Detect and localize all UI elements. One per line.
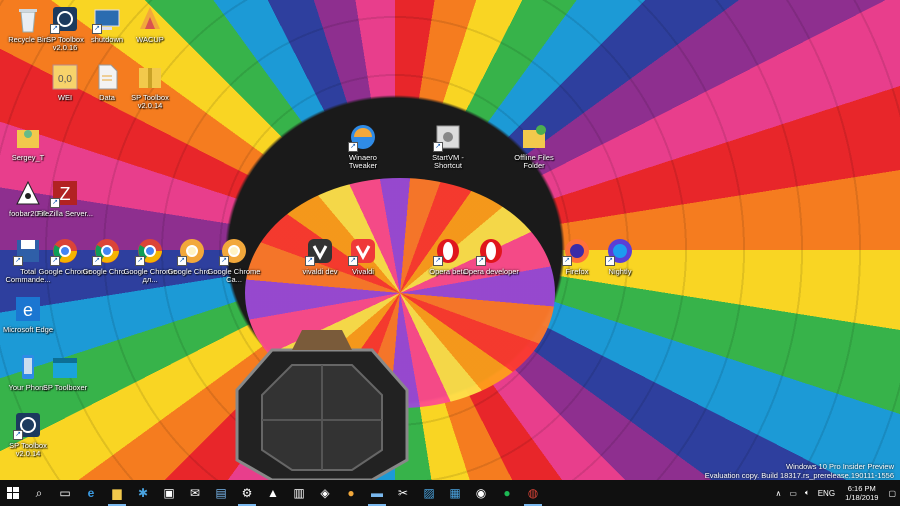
vivaldi-dev-icon: ↗ [305,236,335,266]
desktop-icon-sp-toolboxer[interactable]: SP Toolboxer [37,352,93,392]
snipping-icon: ✂ [397,486,409,500]
vivaldi-icon: ↗ [348,236,378,266]
start-button[interactable] [0,480,26,506]
taskbar-photos[interactable]: ▨ [416,480,442,506]
mail-icon: ✉ [189,486,201,500]
opera-beta-icon: ↗ [433,236,463,266]
save-icon: ▤ [215,486,227,500]
system-tray: ∧ ▭ 🔈︎ ENG 6:16 PM 1/18/2019 ▢ [771,480,900,506]
search-icon: ⌕ [35,485,43,500]
build-watermark: Windows 10 Pro Insider Preview Evaluatio… [705,462,894,480]
foobar-icon: ▲ [267,486,279,500]
sp-toolboxer-icon [50,352,80,382]
network-tray-icon[interactable]: ▭ [785,489,801,498]
desktop-icon-sp-toolbox-2014[interactable]: ↗ SP Toolbox v2.0.14 [0,410,56,458]
photos-icon: ▨ [423,486,435,500]
startvm-icon: ↗ [433,122,463,152]
taskbar-chrome[interactable]: ◍ [520,480,546,506]
chrome-beta-icon: ↗ [92,236,122,266]
windows-logo-icon [7,487,19,499]
desktop-icon-filezilla[interactable]: Z ↗ FileZilla Server... [37,178,93,218]
edge-icon: e [13,294,43,324]
taskbar-edge[interactable]: e [78,480,104,506]
taskbar-mail[interactable]: ✉ [182,480,208,506]
volume-icon[interactable]: 🔈︎ [801,488,814,498]
taskbar-store[interactable]: ▣ [156,480,182,506]
clock[interactable]: 6:16 PM 1/18/2019 [839,484,884,502]
chrome-canary-icon: ● [347,486,355,500]
winaero-icon: ↗ [348,122,378,152]
store-bag-icon: ▦ [449,486,461,500]
search-button[interactable]: ⌕ [26,480,52,506]
balloon-basket [235,330,409,480]
desktop-icon-nightly[interactable]: ↗ Nightly [592,236,648,276]
nightly-icon: ↗ [605,236,635,266]
chrome-dev-icon: ↗ [135,236,165,266]
svg-text:Z: Z [60,184,71,204]
desktop-icon-chrome-canary-2[interactable]: ↗ Google Chrome Ca... [206,236,262,284]
chrome-canary-icon: ↗ [219,236,249,266]
taskbar-chrome-canary[interactable]: ● [338,480,364,506]
desktop-icon-wacup[interactable]: WACUP [122,4,178,44]
svg-text:e: e [23,300,33,320]
taskbar-store-bag[interactable]: ▦ [442,480,468,506]
data-file-icon [92,62,122,92]
wei-icon: 0,0 [50,62,80,92]
chevron-up-icon[interactable]: ∧ [771,489,785,498]
desktop-icon-offline-files[interactable]: Offline Files Folder [506,122,562,170]
task-view-icon: ▭ [59,486,71,500]
defender-icon: ◈ [320,486,330,500]
watermark-line-2: Evaluation copy. Build 18317.rs_prerelea… [704,471,894,480]
desktop-icon-microsoft-edge[interactable]: e Microsoft Edge [0,294,56,334]
wacup-icon [135,4,165,34]
desktop-icon-startvm[interactable]: ↗ StartVM - Shortcut [420,122,476,170]
svg-text:0,0: 0,0 [58,74,72,85]
filezilla-icon: Z ↗ [50,178,80,208]
clock-time: 6:16 PM [847,484,876,493]
desktop-icon-sergey-t[interactable]: Sergey_T [0,122,56,162]
taskbar: ⌕ ▭ e ▆ ✱ ▣ ✉ ▤ ⚙ ▲ ▥ ◈ ● ▬ ✂ ▨ ▦ ◉ ● ◍ … [0,480,900,506]
sp-toolbox-icon: ↗ [50,4,80,34]
chrome-canary-icon: ↗ [177,236,207,266]
store-icon: ▣ [163,486,175,500]
file-explorer-icon: ▆ [112,486,122,500]
zip-folder-icon [135,62,165,92]
folder-icon: ▬ [371,486,383,500]
taskbar-foobar[interactable]: ▲ [260,480,286,506]
opera-dev-icon: ↗ [476,236,506,266]
chrome-icon: ◍ [527,486,539,500]
spotify-icon: ● [503,486,511,500]
sp-toolbox-icon: ✱ [137,486,149,500]
firefox-icon: ↗ [562,236,592,266]
desktop-wallpaper: Recycle Bin ↗ SP Toolbox v2.0.16 ↗ shutd… [0,0,900,480]
sp-toolbox-icon: ↗ [13,410,43,440]
clock-date: 1/18/2019 [845,493,879,502]
desktop-icon-vivaldi[interactable]: ↗ Vivaldi [335,236,391,276]
settings-icon: ⚙ [241,486,253,500]
language-indicator[interactable]: ENG [814,489,839,498]
taskbar-save[interactable]: ▤ [208,480,234,506]
shutdown-icon: ↗ [92,4,122,34]
taskbar-terminal[interactable]: ▥ [286,480,312,506]
task-view-button[interactable]: ▭ [52,480,78,506]
chrome-icon: ↗ [50,236,80,266]
desktop-icon-winaero-tweaker[interactable]: ↗ Winaero Tweaker [335,122,391,170]
edge-icon: e [87,486,95,500]
desktop-icon-opera-developer[interactable]: ↗ Opera developer [463,236,519,276]
taskbar-folder[interactable]: ▬ [364,480,390,506]
desktop-icon-sp-toolbox-2014-zip[interactable]: SP Toolbox v2.0.14 [122,62,178,110]
user-folder-icon [13,122,43,152]
taskbar-sp-toolbox[interactable]: ✱ [130,480,156,506]
taskbar-network[interactable]: ◉ [468,480,494,506]
taskbar-snipping[interactable]: ✂ [390,480,416,506]
network-icon: ◉ [475,486,487,500]
terminal-icon: ▥ [293,486,305,500]
taskbar-file-explorer[interactable]: ▆ [104,480,130,506]
taskbar-settings[interactable]: ⚙ [234,480,260,506]
action-center-icon[interactable]: ▢ [884,489,900,498]
offline-folder-icon [519,122,549,152]
taskbar-defender[interactable]: ◈ [312,480,338,506]
watermark-line-1: Windows 10 Pro Insider Preview [786,462,894,471]
taskbar-spotify[interactable]: ● [494,480,520,506]
